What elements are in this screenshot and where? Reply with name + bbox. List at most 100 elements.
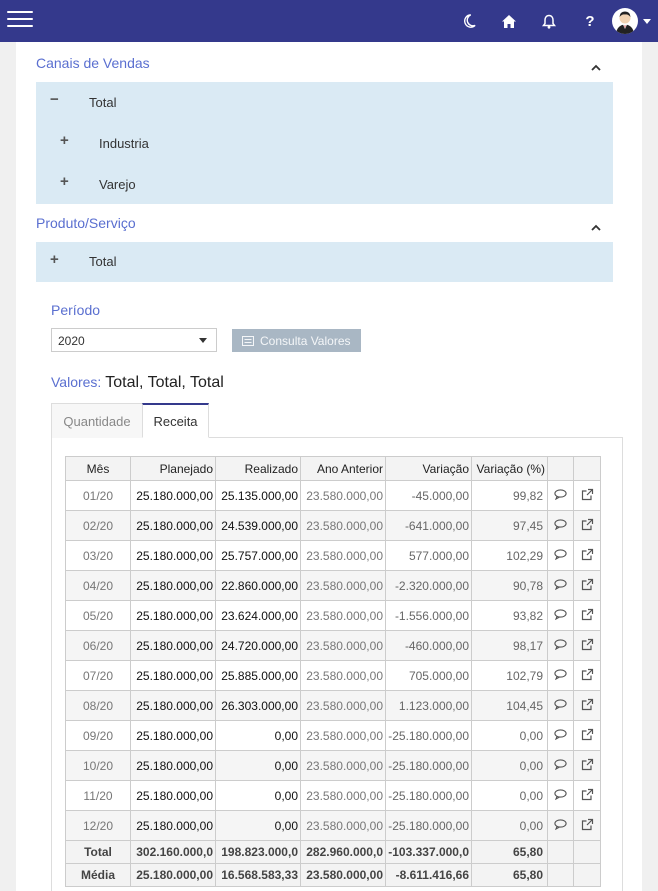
cell-variacao: -2.320.000,00 (385, 570, 472, 601)
section-title-canais[interactable]: Canais de Vendas (36, 55, 150, 71)
comment-icon[interactable] (554, 609, 567, 623)
external-link-icon[interactable] (581, 488, 594, 504)
cell-planejado: 25.180.000,00 (130, 540, 216, 571)
external-link-icon[interactable] (581, 608, 594, 624)
cell-variacao-pct: 97,45 (471, 510, 548, 541)
cell-comment (547, 810, 574, 841)
external-link-icon[interactable] (581, 698, 594, 714)
footer-empty-cell (573, 863, 601, 887)
moon-icon[interactable] (458, 10, 480, 32)
cell-mes: 01/20 (65, 480, 131, 511)
table-row: 08/20 25.180.000,00 26.303.000,00 23.580.00… (65, 690, 601, 721)
chevron-up-icon[interactable] (590, 62, 602, 74)
cell-comment (547, 660, 574, 691)
question-icon[interactable]: ? (579, 10, 601, 32)
consulta-valores-label: Consulta Valores (260, 333, 351, 348)
chevron-up-icon[interactable] (590, 222, 602, 234)
cell-open (573, 510, 601, 541)
receita-table: Mês Planejado Realizado Ano Anterior Var… (65, 456, 601, 887)
external-link-icon[interactable] (581, 518, 594, 534)
hamburger-icon[interactable] (7, 11, 33, 29)
col-header-planejado[interactable]: Planejado (130, 456, 216, 481)
comment-icon[interactable] (554, 759, 567, 773)
cell-open (573, 660, 601, 691)
cell-comment (547, 540, 574, 571)
col-header-variacao[interactable]: Variação (385, 456, 472, 481)
cell-variacao-pct: 90,78 (471, 570, 548, 601)
footer-cell-mes: Média (65, 863, 131, 887)
comment-icon[interactable] (554, 519, 567, 533)
footer-cell-variacao: -8.611.416,66 (385, 863, 472, 887)
periodo-select[interactable]: 2020 (51, 328, 217, 352)
external-link-icon[interactable] (581, 638, 594, 654)
cell-realizado: 25.885.000,00 (215, 660, 301, 691)
cell-mes: 11/20 (65, 780, 131, 811)
table-header-row: Mês Planejado Realizado Ano Anterior Var… (65, 456, 601, 481)
comment-icon[interactable] (554, 489, 567, 503)
cell-ano-anterior: 23.580.000,00 (300, 600, 386, 631)
canais-tree: − Total + Industria + Varejo (36, 82, 613, 204)
footer-cell-realizado: 198.823.000,0 (215, 840, 301, 864)
table-row: 04/20 25.180.000,00 22.860.000,00 23.580.00… (65, 570, 601, 601)
comment-icon[interactable] (554, 699, 567, 713)
expand-icon[interactable]: + (60, 173, 69, 190)
external-link-icon[interactable] (581, 818, 594, 834)
chevron-down-icon[interactable] (643, 19, 651, 24)
cell-ano-anterior: 23.580.000,00 (300, 540, 386, 571)
external-link-icon[interactable] (581, 548, 594, 564)
cell-variacao-pct: 98,17 (471, 630, 548, 661)
comment-icon[interactable] (554, 819, 567, 833)
col-header-ano-anterior[interactable]: Ano Anterior (300, 456, 386, 481)
external-link-icon[interactable] (581, 578, 594, 594)
external-link-icon[interactable] (581, 758, 594, 774)
comment-icon[interactable] (554, 639, 567, 653)
bell-icon[interactable] (538, 10, 560, 32)
cell-variacao: 1.123.000,00 (385, 690, 472, 721)
cell-variacao: -25.180.000,00 (385, 720, 472, 751)
consulta-valores-button[interactable]: Consulta Valores (232, 329, 361, 352)
cell-mes: 05/20 (65, 600, 131, 631)
cell-open (573, 810, 601, 841)
home-icon[interactable] (498, 10, 520, 32)
comment-icon[interactable] (554, 729, 567, 743)
chevron-down-icon (199, 338, 207, 343)
cell-variacao-pct: 0,00 (471, 810, 548, 841)
cell-variacao-pct: 0,00 (471, 720, 548, 751)
footer-cell-variacao: -103.337.000,0 (385, 840, 472, 864)
expand-icon[interactable]: + (50, 251, 59, 268)
external-link-icon[interactable] (581, 668, 594, 684)
col-header-variacao-pct[interactable]: Variação (%) (471, 456, 548, 481)
expand-icon[interactable]: + (60, 132, 69, 149)
tree-item-varejo[interactable]: Varejo (99, 177, 136, 192)
external-link-icon[interactable] (581, 788, 594, 804)
table-row: 12/20 25.180.000,00 0,00 23.580.000,00 -25.1… (65, 810, 601, 841)
cell-realizado: 0,00 (215, 750, 301, 781)
cell-mes: 02/20 (65, 510, 131, 541)
avatar[interactable] (612, 8, 638, 34)
valores-label: Valores: (51, 374, 102, 390)
cell-variacao: -1.556.000,00 (385, 600, 472, 631)
external-link-icon[interactable] (581, 728, 594, 744)
table-row: 02/20 25.180.000,00 24.539.000,00 23.580.00… (65, 510, 601, 541)
tab-quantidade[interactable]: Quantidade (51, 403, 143, 438)
col-header-mes[interactable]: Mês (65, 456, 131, 481)
comment-icon[interactable] (554, 549, 567, 563)
cell-variacao-pct: 93,82 (471, 600, 548, 631)
footer-cell-variacao-pct: 65,80 (471, 840, 548, 864)
comment-icon[interactable] (554, 789, 567, 803)
comment-icon[interactable] (554, 579, 567, 593)
tab-receita[interactable]: Receita (142, 403, 209, 438)
cell-mes: 08/20 (65, 690, 131, 721)
table-row: 06/20 25.180.000,00 24.720.000,00 23.580.00… (65, 630, 601, 661)
cell-ano-anterior: 23.580.000,00 (300, 510, 386, 541)
tree-item-total[interactable]: Total (89, 254, 116, 269)
collapse-icon[interactable]: − (50, 91, 59, 108)
tree-item-total[interactable]: Total (89, 95, 116, 110)
table-row: 07/20 25.180.000,00 25.885.000,00 23.580.00… (65, 660, 601, 691)
periodo-label: Período (51, 302, 101, 318)
comment-icon[interactable] (554, 669, 567, 683)
section-title-produto[interactable]: Produto/Serviço (36, 215, 136, 231)
col-header-realizado[interactable]: Realizado (215, 456, 301, 481)
tree-item-industria[interactable]: Industria (99, 136, 149, 151)
cell-variacao-pct: 102,29 (471, 540, 548, 571)
